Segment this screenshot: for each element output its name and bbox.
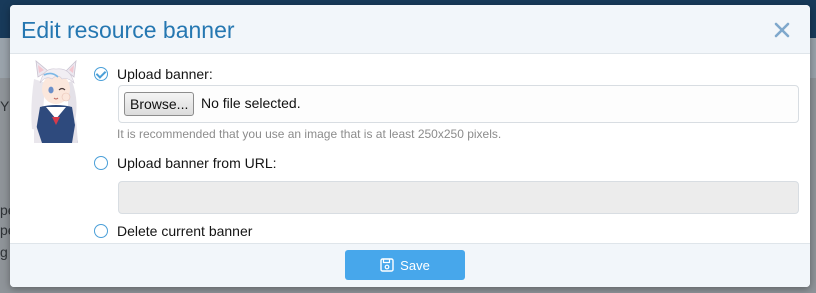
- file-status-text: No file selected.: [201, 95, 301, 111]
- upload-url-label: Upload banner from URL:: [117, 155, 277, 171]
- background-text-fragment: g: [0, 244, 8, 260]
- file-upload-field[interactable]: Browse... No file selected.: [118, 85, 799, 123]
- dialog-header: Edit resource banner: [10, 5, 810, 54]
- save-button[interactable]: Save: [345, 250, 465, 280]
- dialog-title: Edit resource banner: [21, 17, 235, 43]
- close-icon[interactable]: [771, 19, 793, 41]
- browse-button[interactable]: Browse...: [124, 92, 195, 116]
- upload-hint: It is recommended that you use an image …: [117, 127, 502, 141]
- upload-banner-radio[interactable]: [94, 67, 108, 81]
- background-text-fragment: Y: [0, 98, 10, 114]
- upload-url-option[interactable]: Upload banner from URL:: [94, 153, 277, 173]
- upload-banner-option[interactable]: Upload banner:: [94, 64, 213, 84]
- delete-banner-radio[interactable]: [94, 224, 108, 238]
- save-icon: [380, 258, 394, 272]
- dialog-body: Upload banner: Browse... No file selecte…: [10, 55, 810, 243]
- delete-banner-option[interactable]: Delete current banner: [94, 221, 252, 241]
- save-label: Save: [400, 257, 430, 273]
- dialog-footer: Save: [10, 243, 810, 287]
- banner-url-input[interactable]: [118, 181, 799, 214]
- edit-banner-dialog: Edit resource banner Upload banner: Brow…: [10, 5, 810, 287]
- current-banner-image: [22, 59, 88, 145]
- upload-banner-label: Upload banner:: [117, 66, 213, 82]
- delete-banner-label: Delete current banner: [117, 223, 253, 239]
- upload-url-radio[interactable]: [94, 156, 108, 170]
